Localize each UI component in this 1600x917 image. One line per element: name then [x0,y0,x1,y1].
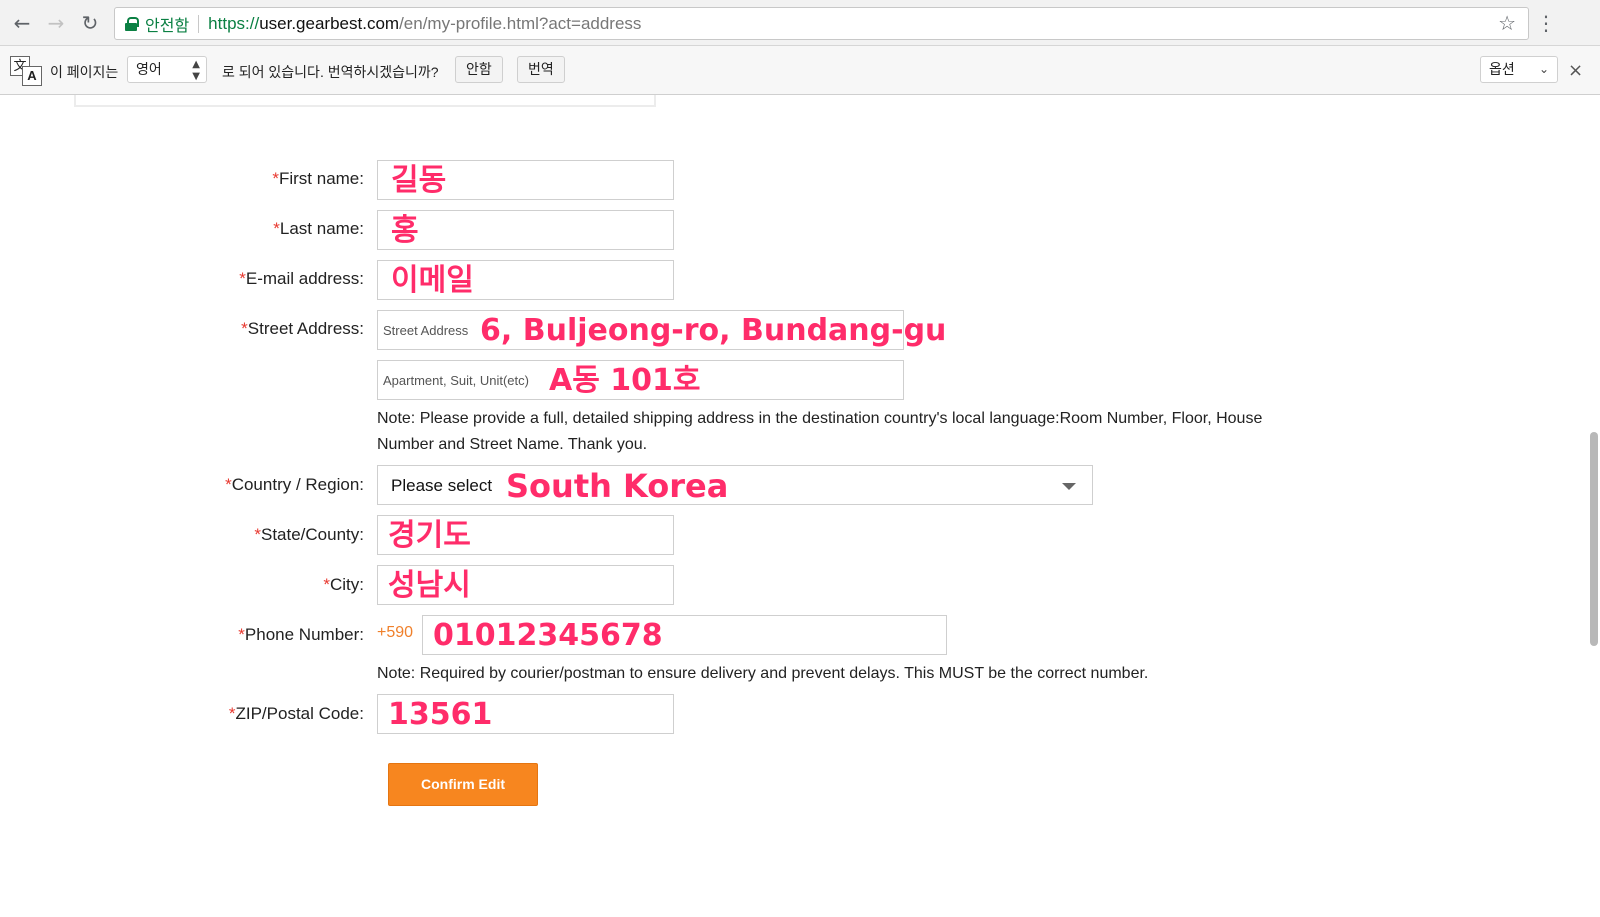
phone-label-text: Phone Number: [244,625,364,644]
email-input[interactable]: 이메일 [377,260,674,300]
street-address-label-text: Street Address: [247,319,364,338]
reload-icon[interactable]: ↻ [76,9,104,37]
first-name-input[interactable]: 길동 [377,160,674,200]
translate-prefix-text: 이 페이지는 [50,64,119,80]
country-label-text: Country / Region: [231,475,364,494]
phone-input[interactable]: 01012345678 [422,615,947,655]
last-name-label: *Last name: [273,219,364,239]
zip-label-text: ZIP/Postal Code: [235,704,364,723]
dropdown-triangle-icon [1062,483,1076,490]
street-address-label: *Street Address: [241,319,364,339]
required-mark: * [323,575,330,594]
chevron-down-icon: ⌄ [1538,62,1549,76]
scrollbar-thumb[interactable] [1590,432,1598,646]
required-mark: * [273,219,280,238]
source-language-select[interactable]: 영어 ▲ ▼ [127,56,207,83]
required-mark: * [238,625,245,644]
zip-label: *ZIP/Postal Code: [229,704,364,724]
country-select-placeholder: Please select [391,476,493,495]
profile-panel-bottom-edge [74,95,656,107]
translate-suffix-text: 로 되어 있습니다. 번역하시겠습니까? [222,64,439,80]
email-label: *E-mail address: [239,269,364,289]
first-name-label: *First name: [272,169,364,189]
first-name-label-text: First name: [278,169,364,188]
email-label-text: E-mail address: [245,269,364,288]
zip-input[interactable]: 13561 [377,694,674,734]
first-name-value: 길동 [391,163,447,198]
state-input[interactable]: 경기도 [377,515,674,555]
last-name-input[interactable]: 홍 [377,210,674,250]
translate-icon: 文 A [10,56,42,86]
state-label: *State/County: [254,525,364,545]
translate-bar: 文 A 이 페이지는 로 되어 있습니다. 번역하시겠습니까? [0,46,1600,95]
url-path: /en/my-profile.html?act=address [399,13,642,33]
lock-icon [125,16,139,31]
translate-button[interactable]: 번역 [517,56,565,83]
street-address-note-line2: Number and Street Name. Thank you. [377,436,648,453]
phone-note: Note: Required by courier/postman to ens… [377,665,1149,682]
decline-translate-button[interactable]: 안함 [455,56,503,83]
confirm-edit-button[interactable]: Confirm Edit [388,763,538,806]
street-address-value: 6, Buljeong-ro, Bundang-gu [480,313,947,348]
secure-label: 안전함 [145,17,190,35]
omnibox-divider [198,14,200,33]
country-value: South Korea [506,467,729,505]
translate-options-label: 옵션 [1489,61,1515,77]
state-label-text: State/County: [260,525,364,544]
forward-arrow-icon[interactable]: → [42,9,70,37]
required-mark: * [241,319,248,338]
updown-arrows-icon: ▲ ▼ [192,59,200,82]
city-label: *City: [323,575,364,595]
url-text[interactable]: https://user.gearbest.com/en/my-profile.… [208,14,641,34]
phone-label: *Phone Number: [238,625,364,645]
street-address-line2-input[interactable]: Apartment, Suit, Unit(etc) A동 101호 [377,360,904,400]
city-input[interactable]: 성남시 [377,565,674,605]
street-address-line2-placeholder: Apartment, Suit, Unit(etc) [383,373,529,388]
last-name-value: 홍 [391,213,419,248]
city-value: 성남시 [388,568,471,603]
phone-value: 01012345678 [433,618,663,653]
city-label-text: City: [330,575,364,594]
last-name-label-text: Last name: [279,219,364,238]
street-address-placeholder: Street Address [383,323,469,338]
street-address-input[interactable]: Street Address 6, Buljeong-ro, Bundang-g… [377,310,946,350]
phone-country-code: +590 [377,624,414,641]
bookmark-star-icon[interactable]: ☆ [1498,11,1516,35]
email-value: 이메일 [391,263,474,298]
zip-value: 13561 [388,697,493,732]
close-icon[interactable]: × [1568,60,1583,81]
street-address-line2-value: A동 101호 [549,363,701,398]
url-scheme: https:// [208,13,260,33]
translate-options-select[interactable]: 옵션 ⌄ [1480,56,1558,83]
country-label: *Country / Region: [225,475,364,495]
required-mark: * [254,525,261,544]
state-value: 경기도 [388,518,471,553]
source-language-value: 영어 [136,61,162,77]
translate-icon-glyph-b: A [22,66,42,86]
street-address-note-line1: Note: Please provide a full, detailed sh… [377,410,1263,427]
address-bar[interactable]: 안전함 https://user.gearbest.com/en/my-prof… [114,7,1529,40]
browser-menu-icon[interactable]: ⋮ [1536,9,1556,37]
required-mark: * [239,269,246,288]
browser-toolbar: ← → ↻ 안전함 https://user.gearbest.com/en/m… [0,0,1600,46]
required-mark: * [272,169,279,188]
required-mark: * [225,475,232,494]
url-host: user.gearbest.com [259,13,400,33]
country-select[interactable]: Please select South Korea [377,465,1093,505]
back-arrow-icon[interactable]: ← [8,9,36,37]
